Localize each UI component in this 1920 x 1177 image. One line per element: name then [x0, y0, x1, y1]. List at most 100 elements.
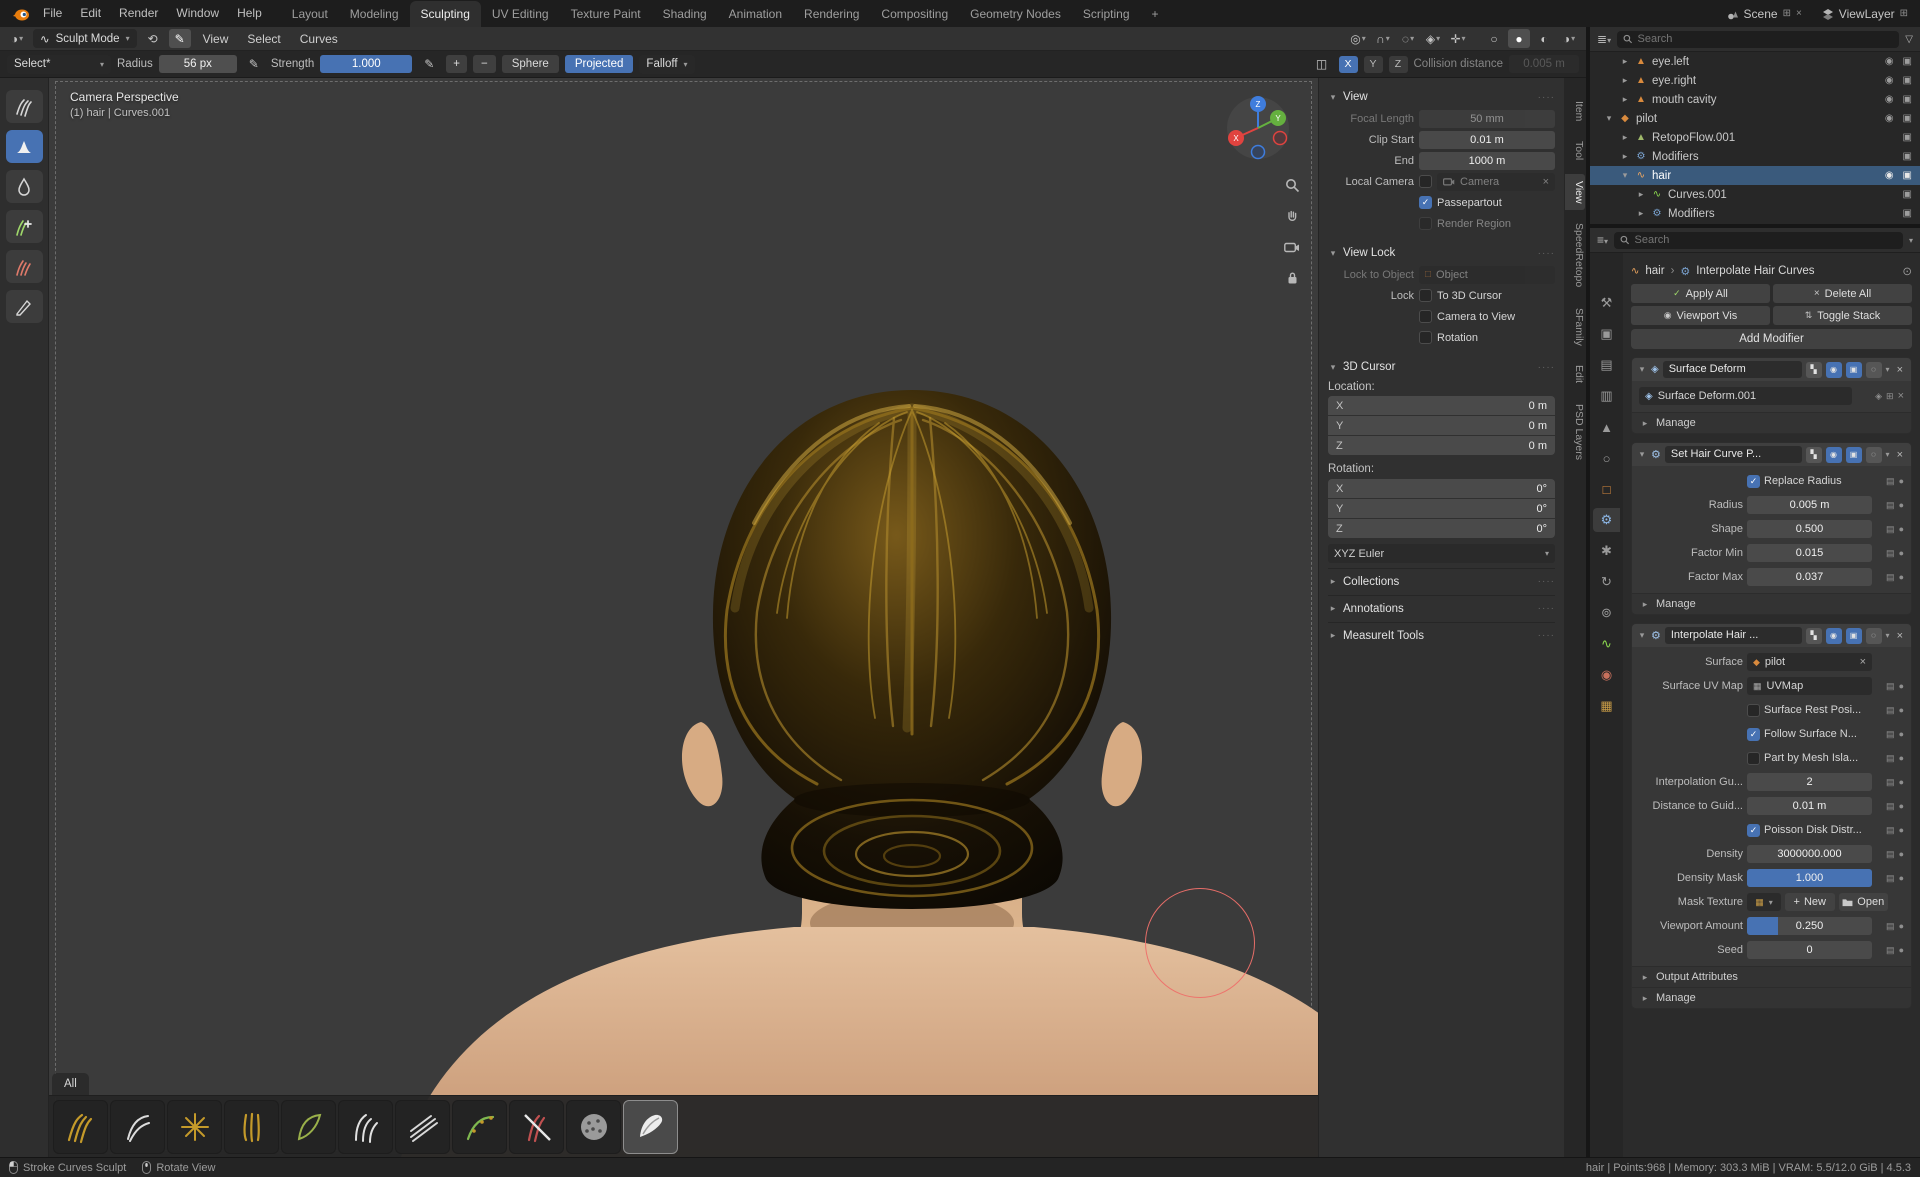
camera-visibility-icon[interactable]: ▣: [1903, 113, 1912, 124]
value-field[interactable]: 2: [1747, 773, 1872, 791]
screen-icon[interactable]: ▣: [1903, 132, 1912, 143]
manage-subpanel[interactable]: ▸ Manage: [1632, 987, 1911, 1008]
decorator-dot[interactable]: ●: [1899, 801, 1904, 811]
edit-mode-toggle-icon[interactable]: ▚: [1806, 362, 1822, 378]
modifier-name-field[interactable]: Set Hair Curve P...: [1665, 446, 1802, 463]
value-field[interactable]: 0.01 m: [1747, 797, 1872, 815]
viewport-vis-button[interactable]: ◉Viewport Vis: [1631, 306, 1770, 325]
proportional-edit-icon[interactable]: ◌▾: [1397, 29, 1419, 48]
decorator-dot[interactable]: ●: [1899, 873, 1904, 883]
decorator-dot[interactable]: ●: [1899, 945, 1904, 955]
snapping-magnet-icon[interactable]: ∩▾: [1372, 29, 1394, 48]
render-region-checkbox[interactable]: [1419, 217, 1432, 230]
brush-thumbnail-delete[interactable]: [509, 1100, 564, 1154]
radius-pressure-icon[interactable]: ✎: [243, 55, 265, 74]
properties-tab-particles[interactable]: ✱: [1593, 539, 1620, 563]
mode-selector[interactable]: ∿Sculpt Mode▾: [33, 29, 137, 48]
value-field[interactable]: 0.005 m: [1747, 496, 1872, 514]
properties-search[interactable]: [1614, 232, 1903, 249]
shading-material-button[interactable]: ◐: [1533, 29, 1555, 48]
workspace-tab-uv-editing[interactable]: UV Editing: [481, 1, 560, 27]
decorator-dot[interactable]: ●: [1899, 729, 1904, 739]
brush-subtract-button[interactable]: −: [473, 55, 496, 73]
cursor-rotation-y[interactable]: Y0°: [1328, 499, 1555, 518]
brush-thumbnail-density-disc[interactable]: [566, 1100, 621, 1154]
properties-tab-material[interactable]: ◉: [1593, 663, 1620, 687]
sphere-button[interactable]: Sphere: [502, 55, 559, 73]
properties-tab-output[interactable]: ▤: [1593, 353, 1620, 377]
zoom-icon[interactable]: [1281, 174, 1303, 196]
screen-icon[interactable]: ▣: [1903, 189, 1912, 200]
workspace-tab-texture-paint[interactable]: Texture Paint: [560, 1, 652, 27]
view-section-header[interactable]: ▾ View ····: [1328, 86, 1555, 108]
attribute-toggle-icon[interactable]: ▤: [1886, 705, 1895, 716]
decorator-dot[interactable]: ●: [1899, 524, 1904, 534]
attribute-toggle-icon[interactable]: ▤: [1886, 753, 1895, 764]
brush-thumbnail-tassel[interactable]: [224, 1100, 279, 1154]
attribute-toggle-icon[interactable]: ▤: [1886, 500, 1895, 511]
menu-window[interactable]: Window: [167, 0, 228, 27]
new-scene-icon[interactable]: ⊞: [1783, 8, 1791, 19]
decorator-dot[interactable]: ●: [1899, 476, 1904, 486]
attribute-toggle-icon[interactable]: ▤: [1886, 945, 1895, 956]
decorator-dot[interactable]: ●: [1899, 705, 1904, 715]
hide-icon[interactable]: ◉: [1885, 170, 1894, 181]
pin-icon[interactable]: ⊙: [1902, 264, 1912, 278]
workspace-tab-animation[interactable]: Animation: [718, 1, 793, 27]
workspace-tab-sculpting[interactable]: Sculpting: [410, 1, 481, 27]
properties-tab-world[interactable]: ○: [1593, 446, 1620, 470]
menu-curves[interactable]: Curves: [293, 32, 345, 46]
orbit-toggle-icon[interactable]: ⟲: [142, 29, 164, 48]
value-field[interactable]: 0.037: [1747, 568, 1872, 586]
workspace-tab-compositing[interactable]: Compositing: [870, 1, 959, 27]
properties-tab-object[interactable]: □: [1593, 477, 1620, 501]
camera-visibility-icon[interactable]: ▣: [1903, 170, 1912, 181]
attribute-toggle-icon[interactable]: ▤: [1886, 524, 1895, 535]
modifier-header[interactable]: ▾ ◈ Surface Deform ▚ ◉ ▣ ◌ ▾ ×: [1632, 358, 1911, 381]
sculpt-tool-comb[interactable]: [6, 90, 43, 123]
decorator-dot[interactable]: ●: [1899, 825, 1904, 835]
shield-icon[interactable]: ◈: [1875, 391, 1882, 402]
workspace-tab-geometry-nodes[interactable]: Geometry Nodes: [959, 1, 1072, 27]
attribute-toggle-icon[interactable]: ▤: [1886, 548, 1895, 559]
sidebar-tab-sfamily[interactable]: SFamily: [1565, 301, 1585, 353]
3d-viewport[interactable]: Camera Perspective (1) hair | Curves.001…: [49, 78, 1586, 1157]
shading-solid-button[interactable]: ●: [1508, 29, 1530, 48]
attribute-toggle-icon[interactable]: ▤: [1886, 873, 1895, 884]
follow-surface-normal-checkbox[interactable]: ✓: [1747, 728, 1760, 741]
output-attributes-subpanel[interactable]: ▸ Output Attributes: [1632, 966, 1911, 987]
drag-dots[interactable]: ····: [1538, 630, 1555, 641]
cursor-rotation-x[interactable]: X0°: [1328, 479, 1555, 498]
hide-icon[interactable]: ◉: [1885, 56, 1894, 67]
euler-order-dropdown[interactable]: XYZ Euler▾: [1328, 544, 1555, 563]
surface-object-field[interactable]: ◆ pilot ×: [1747, 653, 1872, 671]
properties-tab-physics[interactable]: ↻: [1593, 570, 1620, 594]
value-field[interactable]: 0: [1747, 941, 1872, 959]
sidebar-tab-psd-layers[interactable]: PSD Layers: [1565, 397, 1585, 467]
camera-visibility-icon[interactable]: ▣: [1903, 56, 1912, 67]
camera-visibility-icon[interactable]: ▣: [1903, 75, 1912, 86]
collections-section-header[interactable]: ▸ Collections ····: [1328, 568, 1555, 590]
filter-icon[interactable]: ▽: [1905, 34, 1913, 45]
hide-icon[interactable]: ◉: [1885, 113, 1894, 124]
attribute-toggle-icon[interactable]: ▤: [1886, 476, 1895, 487]
local-camera-field[interactable]: Camera ×: [1437, 173, 1555, 191]
sculpt-tool-delete[interactable]: [6, 250, 43, 283]
blender-logo-icon[interactable]: [12, 7, 30, 21]
decorator-dot[interactable]: ●: [1899, 753, 1904, 763]
close-icon[interactable]: ×: [1894, 364, 1906, 376]
apply-all-button[interactable]: ✓Apply All: [1631, 284, 1770, 303]
brush-thumbnail-leaf[interactable]: [281, 1100, 336, 1154]
strength-slider[interactable]: 1.000: [320, 55, 412, 73]
drag-dots[interactable]: ····: [1538, 603, 1555, 614]
pivot-point-icon[interactable]: ◎▾: [1347, 29, 1369, 48]
editor-type-selector[interactable]: ◑▾: [6, 29, 28, 48]
symmetry-y-toggle[interactable]: Y: [1364, 56, 1383, 73]
brush-thumbnail-sparkle[interactable]: [167, 1100, 222, 1154]
sculpt-tool-add[interactable]: [6, 210, 43, 243]
brush-thumbnail-comb[interactable]: [53, 1100, 108, 1154]
properties-tab-data[interactable]: ∿: [1593, 632, 1620, 656]
cage-toggle-icon[interactable]: ◌: [1866, 362, 1882, 378]
brush-select-dropdown[interactable]: Select*▾: [7, 55, 111, 74]
outliner-row-mouth-cavity[interactable]: ▸▲mouth cavity ◉▣: [1590, 90, 1920, 109]
